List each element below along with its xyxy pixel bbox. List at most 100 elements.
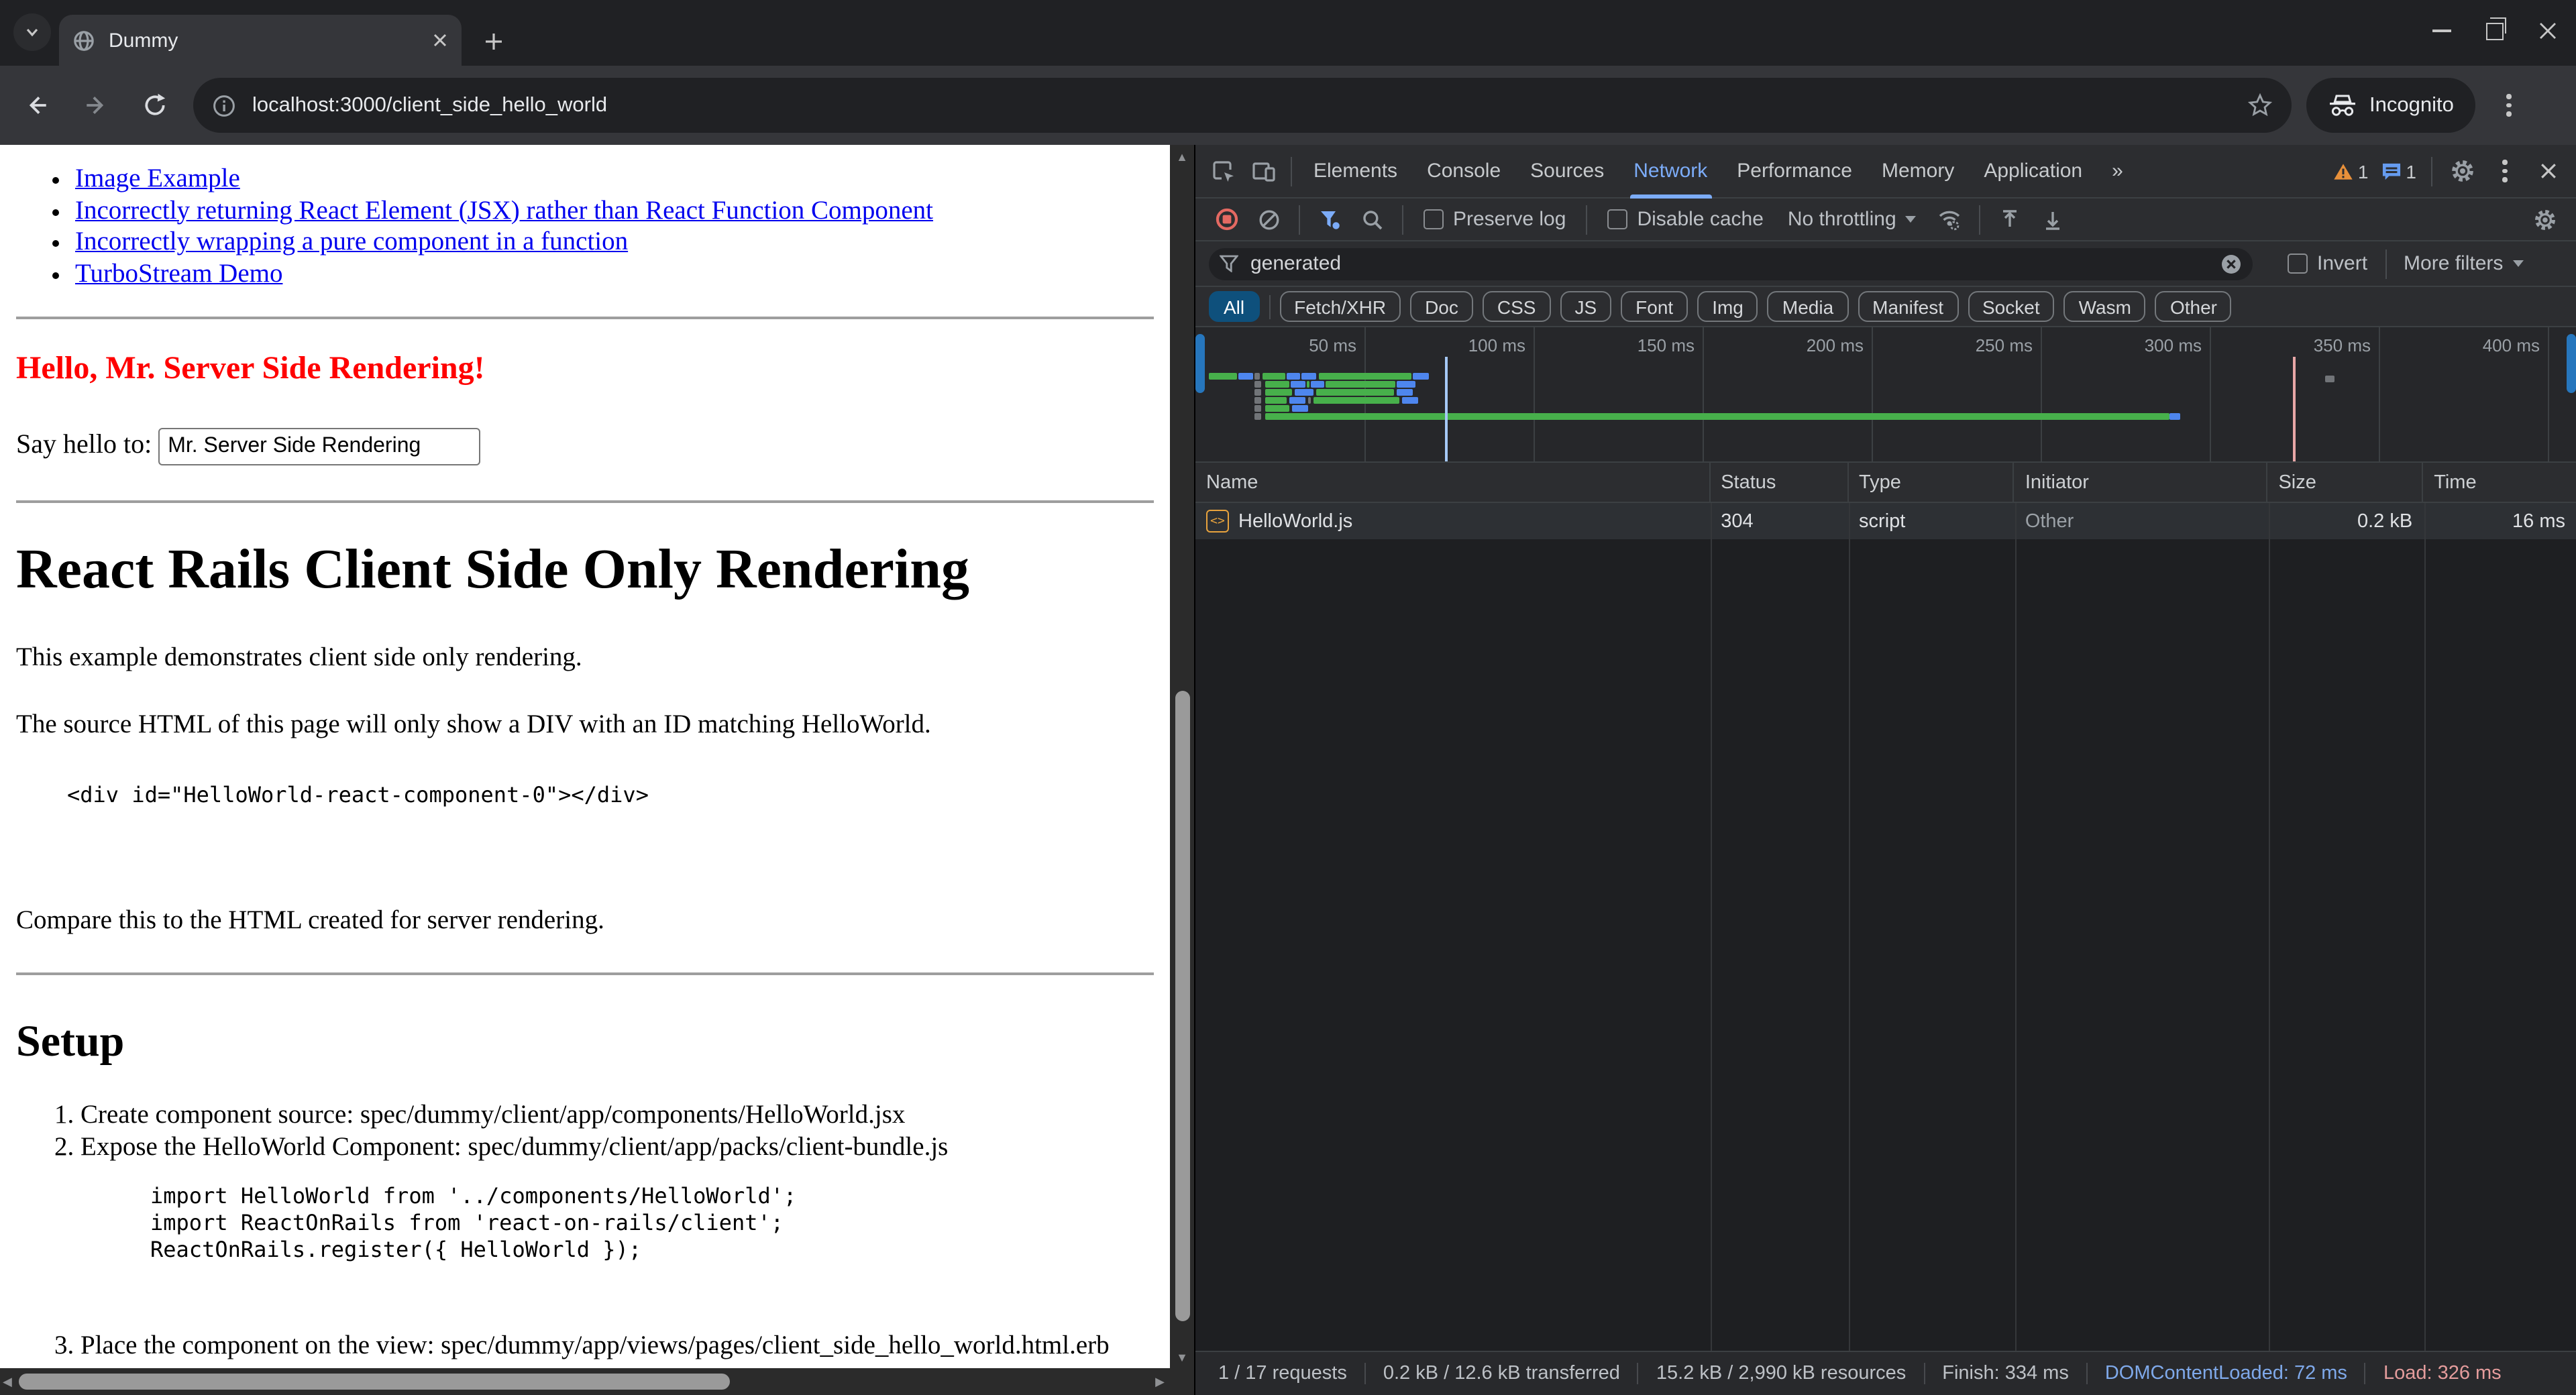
tab-strip: Dummy: [0, 0, 2576, 66]
preserve-log-checkbox[interactable]: [1424, 209, 1444, 229]
disable-cache-toggle[interactable]: Disable cache: [1607, 208, 1763, 231]
chip-js[interactable]: JS: [1560, 291, 1611, 322]
overview-right-handle[interactable]: [2567, 334, 2576, 393]
chip-doc[interactable]: Doc: [1410, 291, 1473, 322]
back-button[interactable]: [13, 82, 59, 128]
invert-filter-toggle[interactable]: Invert: [2288, 252, 2367, 275]
network-overview[interactable]: 50 ms100 ms150 ms200 ms250 ms300 ms350 m…: [1195, 327, 2576, 463]
name-input[interactable]: [158, 428, 480, 465]
tab-elements[interactable]: Elements: [1299, 144, 1412, 198]
column-header-name[interactable]: Name: [1195, 463, 1710, 502]
request-row-helloworld[interactable]: <> HelloWorld.js 304 script Other 0.2 kB…: [1195, 503, 2576, 539]
chip-media[interactable]: Media: [1768, 291, 1848, 322]
column-header-type[interactable]: Type: [1848, 463, 2015, 502]
tab-close-icon[interactable]: [432, 32, 448, 48]
warnings-badge[interactable]: 1: [2328, 160, 2374, 182]
tab-application[interactable]: Application: [1969, 144, 2097, 198]
overview-left-handle[interactable]: [1195, 334, 1205, 393]
chip-manifest[interactable]: Manifest: [1858, 291, 1958, 322]
tab-sources[interactable]: Sources: [1515, 144, 1619, 198]
window-restore-button[interactable]: [2486, 22, 2504, 40]
filter-input-pill[interactable]: [1209, 247, 2253, 280]
setup-heading: Setup: [16, 1018, 1154, 1068]
chip-font[interactable]: Font: [1621, 291, 1688, 322]
hello-heading: Hello, Mr. Server Side Rendering!: [16, 351, 1154, 388]
chip-fetch-xhr[interactable]: Fetch/XHR: [1279, 291, 1401, 322]
link-incorrect-jsx[interactable]: Incorrectly returning React Element (JSX…: [75, 197, 933, 225]
scroll-right-arrow[interactable]: ▶: [1155, 1375, 1165, 1390]
more-filters-dropdown[interactable]: More filters: [2404, 252, 2523, 275]
filter-input[interactable]: [1248, 251, 2220, 276]
chip-wasm[interactable]: Wasm: [2064, 291, 2146, 322]
chip-socket[interactable]: Socket: [1968, 291, 2055, 322]
search-button[interactable]: [1352, 199, 1393, 239]
scroll-down-arrow[interactable]: ▼: [1170, 1351, 1194, 1364]
throttling-dropdown[interactable]: No throttling: [1788, 208, 1917, 231]
divider: [16, 500, 1154, 503]
clear-filter-icon[interactable]: [2220, 253, 2242, 274]
vertical-scroll-thumb[interactable]: [1175, 691, 1189, 1321]
column-header-size[interactable]: Size: [2267, 463, 2423, 502]
chip-img[interactable]: Img: [1697, 291, 1758, 322]
scroll-left-arrow[interactable]: ◀: [3, 1375, 12, 1390]
record-network-log-button[interactable]: [1206, 199, 1246, 239]
import-har-button[interactable]: [1990, 199, 2031, 239]
tab-console[interactable]: Console: [1412, 144, 1515, 198]
network-settings-button[interactable]: [2525, 199, 2565, 239]
tab-network[interactable]: Network: [1619, 144, 1722, 198]
chip-other[interactable]: Other: [2155, 291, 2232, 322]
waterfall-bar: [1397, 381, 1415, 388]
list-item: Incorrectly wrapping a pure component in…: [75, 227, 1154, 258]
more-tabs-button[interactable]: »: [2097, 144, 2138, 198]
page-horizontal-scrollbar[interactable]: ◀ ▶: [0, 1368, 1170, 1395]
chip-css[interactable]: CSS: [1483, 291, 1551, 322]
divider: [1980, 205, 1981, 234]
devtools-menu-button[interactable]: [2485, 151, 2525, 191]
link-incorrect-wrapping[interactable]: Incorrectly wrapping a pure component in…: [75, 228, 628, 256]
site-info-icon[interactable]: [212, 93, 236, 117]
network-filter-row: Invert More filters: [1195, 241, 2576, 287]
setup-steps: Create component source: spec/dummy/clie…: [16, 1100, 1154, 1368]
clear-network-log-button[interactable]: [1249, 199, 1289, 239]
waterfall-bar: [1319, 373, 1411, 380]
page-vertical-scrollbar[interactable]: ▲ ▼: [1170, 145, 1194, 1368]
devtools-close-button[interactable]: [2528, 151, 2568, 191]
horizontal-scroll-thumb[interactable]: [19, 1374, 730, 1390]
preserve-log-toggle[interactable]: Preserve log: [1424, 208, 1566, 231]
address-bar[interactable]: localhost:3000/client_side_hello_world: [193, 78, 2292, 133]
browser-tab[interactable]: Dummy: [59, 15, 462, 66]
link-image-example[interactable]: Image Example: [75, 165, 240, 193]
throttling-value: No throttling: [1788, 208, 1896, 231]
tab-performance[interactable]: Performance: [1722, 144, 1867, 198]
search-icon: [1362, 209, 1383, 230]
scroll-up-arrow[interactable]: ▲: [1170, 150, 1194, 164]
forward-button[interactable]: [72, 82, 118, 128]
invert-checkbox[interactable]: [2288, 254, 2308, 274]
browser-menu-button[interactable]: [2489, 95, 2529, 117]
column-header-time[interactable]: Time: [2423, 463, 2576, 502]
gear-icon: [2533, 207, 2557, 231]
device-toolbar-button[interactable]: [1244, 151, 1284, 191]
tab-search-button[interactable]: [13, 13, 51, 51]
tab-memory[interactable]: Memory: [1867, 144, 1969, 198]
export-har-button[interactable]: [2033, 199, 2074, 239]
bookmark-star-icon[interactable]: [2247, 93, 2273, 118]
request-initiator[interactable]: Other: [2015, 503, 2268, 539]
filter-toggle-button[interactable]: [1309, 199, 1350, 239]
devtools-settings-button[interactable]: [2442, 151, 2482, 191]
network-conditions-button[interactable]: [1930, 199, 1970, 239]
reload-button[interactable]: [131, 82, 177, 128]
new-tab-button[interactable]: [475, 23, 513, 60]
request-name[interactable]: HelloWorld.js: [1238, 510, 1352, 532]
url-text[interactable]: localhost:3000/client_side_hello_world: [252, 93, 2247, 117]
window-close-button[interactable]: [2538, 21, 2557, 40]
chip-all[interactable]: All: [1209, 291, 1259, 322]
link-turbostream-demo[interactable]: TurboStream Demo: [75, 260, 282, 288]
disable-cache-checkbox[interactable]: [1607, 209, 1627, 229]
issues-badge[interactable]: 1: [2376, 160, 2422, 182]
inspect-element-button[interactable]: [1203, 151, 1244, 191]
window-minimize-button[interactable]: [2432, 30, 2451, 32]
list-item: Incorrectly returning React Element (JSX…: [75, 195, 1154, 227]
column-header-initiator[interactable]: Initiator: [2015, 463, 2268, 502]
column-header-status[interactable]: Status: [1710, 463, 1848, 502]
